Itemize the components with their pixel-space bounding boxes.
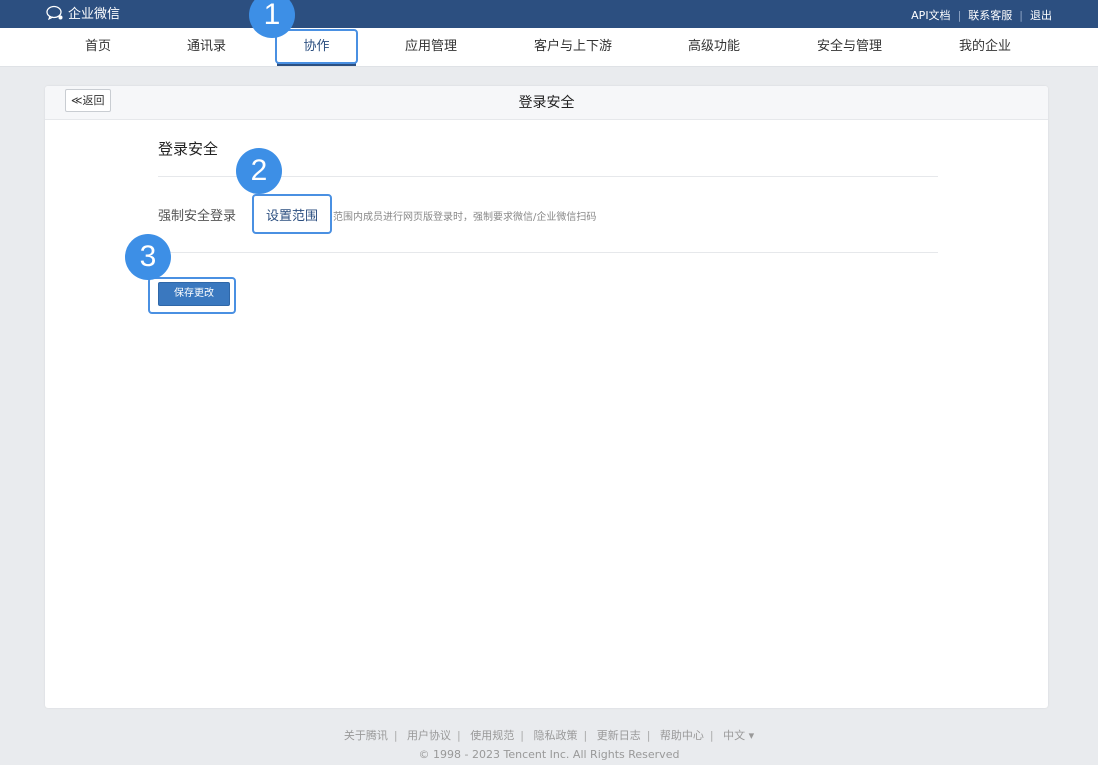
separator: | — [583, 729, 588, 742]
nav-item-contacts[interactable]: 通讯录 — [187, 28, 226, 66]
nav-item-security-management[interactable]: 安全与管理 — [817, 28, 882, 66]
login-security-card: ≪返回 登录安全 登录安全 强制安全登录 设置范围 范围内成员进行网页版登录时，… — [45, 86, 1048, 708]
top-links: API文档 | 联系客服 | 退出 — [911, 7, 1052, 23]
logout-link[interactable]: 退出 — [1030, 7, 1052, 23]
separator: | — [646, 729, 651, 742]
nav-item-my-company[interactable]: 我的企业 — [959, 28, 1011, 66]
footer-link-privacy[interactable]: 隐私政策 — [533, 729, 577, 742]
save-button[interactable]: 保存更改 — [158, 282, 230, 306]
scope-description: 范围内成员进行网页版登录时，强制要求微信/企业微信扫码 — [333, 212, 597, 223]
logo-text: 企业微信 — [68, 7, 121, 22]
annotation-badge-3: 3 — [125, 234, 171, 280]
nav-item-customers[interactable]: 客户与上下游 — [534, 28, 612, 66]
separator: | — [457, 729, 461, 742]
copyright: © 1998 - 2023 Tencent Inc. All Rights Re… — [418, 748, 680, 761]
separator: | — [957, 8, 962, 22]
separator: | — [393, 729, 398, 742]
separator: | — [1019, 8, 1023, 22]
contact-support-link[interactable]: 联系客服 — [968, 7, 1012, 23]
footer-link-agreement[interactable]: 用户协议 — [407, 729, 451, 742]
separator: | — [520, 729, 524, 742]
annotation-badge-2: 2 — [236, 148, 282, 194]
nav-item-home[interactable]: 首页 — [85, 28, 111, 66]
footer-link-usage-rules[interactable]: 使用规范 — [470, 729, 514, 742]
main-nav: 首页 通讯录 协作 应用管理 客户与上下游 高级功能 安全与管理 我的企业 — [0, 28, 1098, 67]
nav-item-collaboration[interactable]: 协作 — [277, 28, 356, 66]
language-select[interactable]: 中文 ▾ — [723, 729, 754, 742]
divider — [158, 252, 938, 253]
forced-login-label: 强制安全登录 — [158, 209, 237, 224]
page-title: 登录安全 — [518, 95, 575, 111]
nav-item-advanced[interactable]: 高级功能 — [688, 28, 740, 66]
footer-link-help[interactable]: 帮助中心 — [660, 729, 704, 742]
api-docs-link[interactable]: API文档 — [911, 7, 950, 23]
section-title: 登录安全 — [158, 140, 219, 158]
footer: 关于腾讯 | 用户协议 | 使用规范 | 隐私政策 | 更新日志 | 帮助中心 | 中文 ▾… — [0, 727, 1098, 761]
top-bar: 企业微信 API文档 | 联系客服 | 退出 — [0, 0, 1098, 28]
set-scope-link[interactable]: 设置范围 — [266, 205, 318, 224]
wecom-logo-icon — [46, 5, 63, 20]
footer-link-changelog[interactable]: 更新日志 — [597, 729, 641, 742]
card-header: ≪返回 登录安全 — [45, 86, 1048, 120]
logo[interactable]: 企业微信 — [46, 3, 120, 22]
footer-links: 关于腾讯 | 用户协议 | 使用规范 | 隐私政策 | 更新日志 | 帮助中心 | 中文 ▾ — [0, 727, 1098, 743]
nav-item-app-management[interactable]: 应用管理 — [405, 28, 457, 66]
footer-link-about[interactable]: 关于腾讯 — [344, 729, 388, 742]
separator: | — [709, 729, 714, 742]
